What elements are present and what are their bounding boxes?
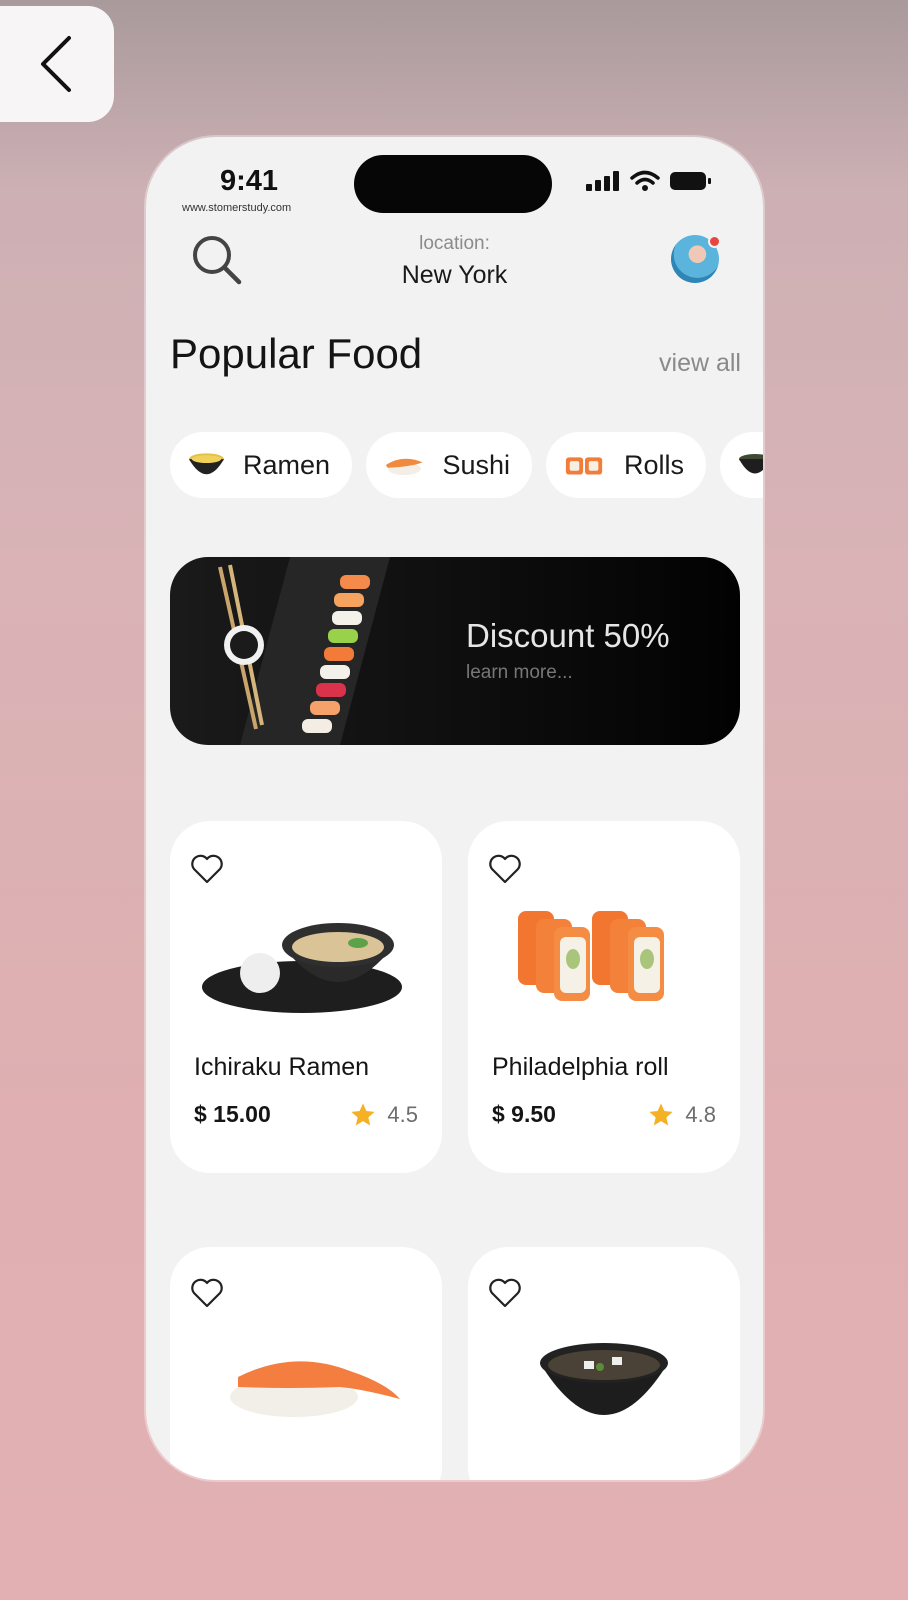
view-all-link[interactable]: view all <box>659 349 741 378</box>
location-selector[interactable]: New York <box>146 261 763 290</box>
chip-rolls[interactable]: Rolls <box>546 432 706 498</box>
category-chips: Ramen Sushi Rolls <box>170 432 763 498</box>
food-card-philadelphia-roll[interactable]: Philadelphia roll $ 9.50 4.8 <box>468 821 740 1173</box>
chevron-left-icon <box>41 36 71 92</box>
heart-icon[interactable] <box>190 853 224 885</box>
ramen-image <box>202 923 402 1013</box>
watermark-text: www.stomerstudy.com <box>182 202 292 214</box>
food-card-shrimp-nigiri[interactable] <box>170 1247 442 1480</box>
chip-label: Rolls <box>623 449 684 480</box>
ramen-bowl-icon <box>188 453 224 475</box>
dynamic-island <box>354 155 552 213</box>
status-time: 9:41 <box>220 165 279 197</box>
soup-bowl-icon <box>739 454 763 474</box>
chip-sushi[interactable]: Sushi <box>366 432 532 498</box>
heart-icon[interactable] <box>190 1277 224 1309</box>
roll-icon <box>565 457 603 475</box>
rating-value: 4.8 <box>685 1102 716 1127</box>
food-rating: 4.8 <box>647 1101 716 1129</box>
learn-more-link[interactable]: learn more... <box>466 662 573 684</box>
heart-icon[interactable] <box>488 853 522 885</box>
star-icon <box>351 1103 376 1126</box>
sushi-platter-image <box>218 557 390 745</box>
back-button[interactable] <box>0 6 114 122</box>
food-name: Philadelphia roll <box>492 1053 669 1081</box>
miso-soup-image <box>540 1343 668 1415</box>
notification-dot <box>708 235 721 248</box>
philadelphia-roll-image <box>518 911 664 1001</box>
food-rating: 4.5 <box>349 1101 418 1129</box>
avatar[interactable] <box>671 235 721 283</box>
food-price: $ 9.50 <box>492 1101 556 1127</box>
status-icons <box>586 170 712 192</box>
star-icon <box>649 1103 674 1126</box>
shrimp-nigiri-image <box>230 1361 400 1417</box>
chip-label: Sushi <box>442 449 510 480</box>
heart-icon[interactable] <box>488 1277 522 1309</box>
banner-title: Discount 50% <box>466 617 670 654</box>
food-card-ichiraku-ramen[interactable]: Ichiraku Ramen $ 15.00 4.5 <box>170 821 442 1173</box>
food-card-miso-soup[interactable] <box>468 1247 740 1480</box>
wifi-icon <box>630 170 660 191</box>
chip-soup[interactable] <box>720 432 763 498</box>
food-price: $ 15.00 <box>194 1101 271 1127</box>
discount-banner[interactable]: Discount 50% learn more... <box>170 557 740 745</box>
signal-icon <box>586 171 619 191</box>
phone-screen: 9:41 www.stomerstudy.com location: New Y… <box>146 137 763 1480</box>
location-label: location: <box>419 233 490 254</box>
battery-icon <box>670 172 711 190</box>
food-name: Ichiraku Ramen <box>194 1053 370 1081</box>
nigiri-icon <box>385 458 423 476</box>
rating-value: 4.5 <box>387 1102 418 1127</box>
page-title: Popular Food <box>170 330 423 377</box>
chip-ramen[interactable]: Ramen <box>170 432 352 498</box>
chip-label: Ramen <box>242 449 330 480</box>
